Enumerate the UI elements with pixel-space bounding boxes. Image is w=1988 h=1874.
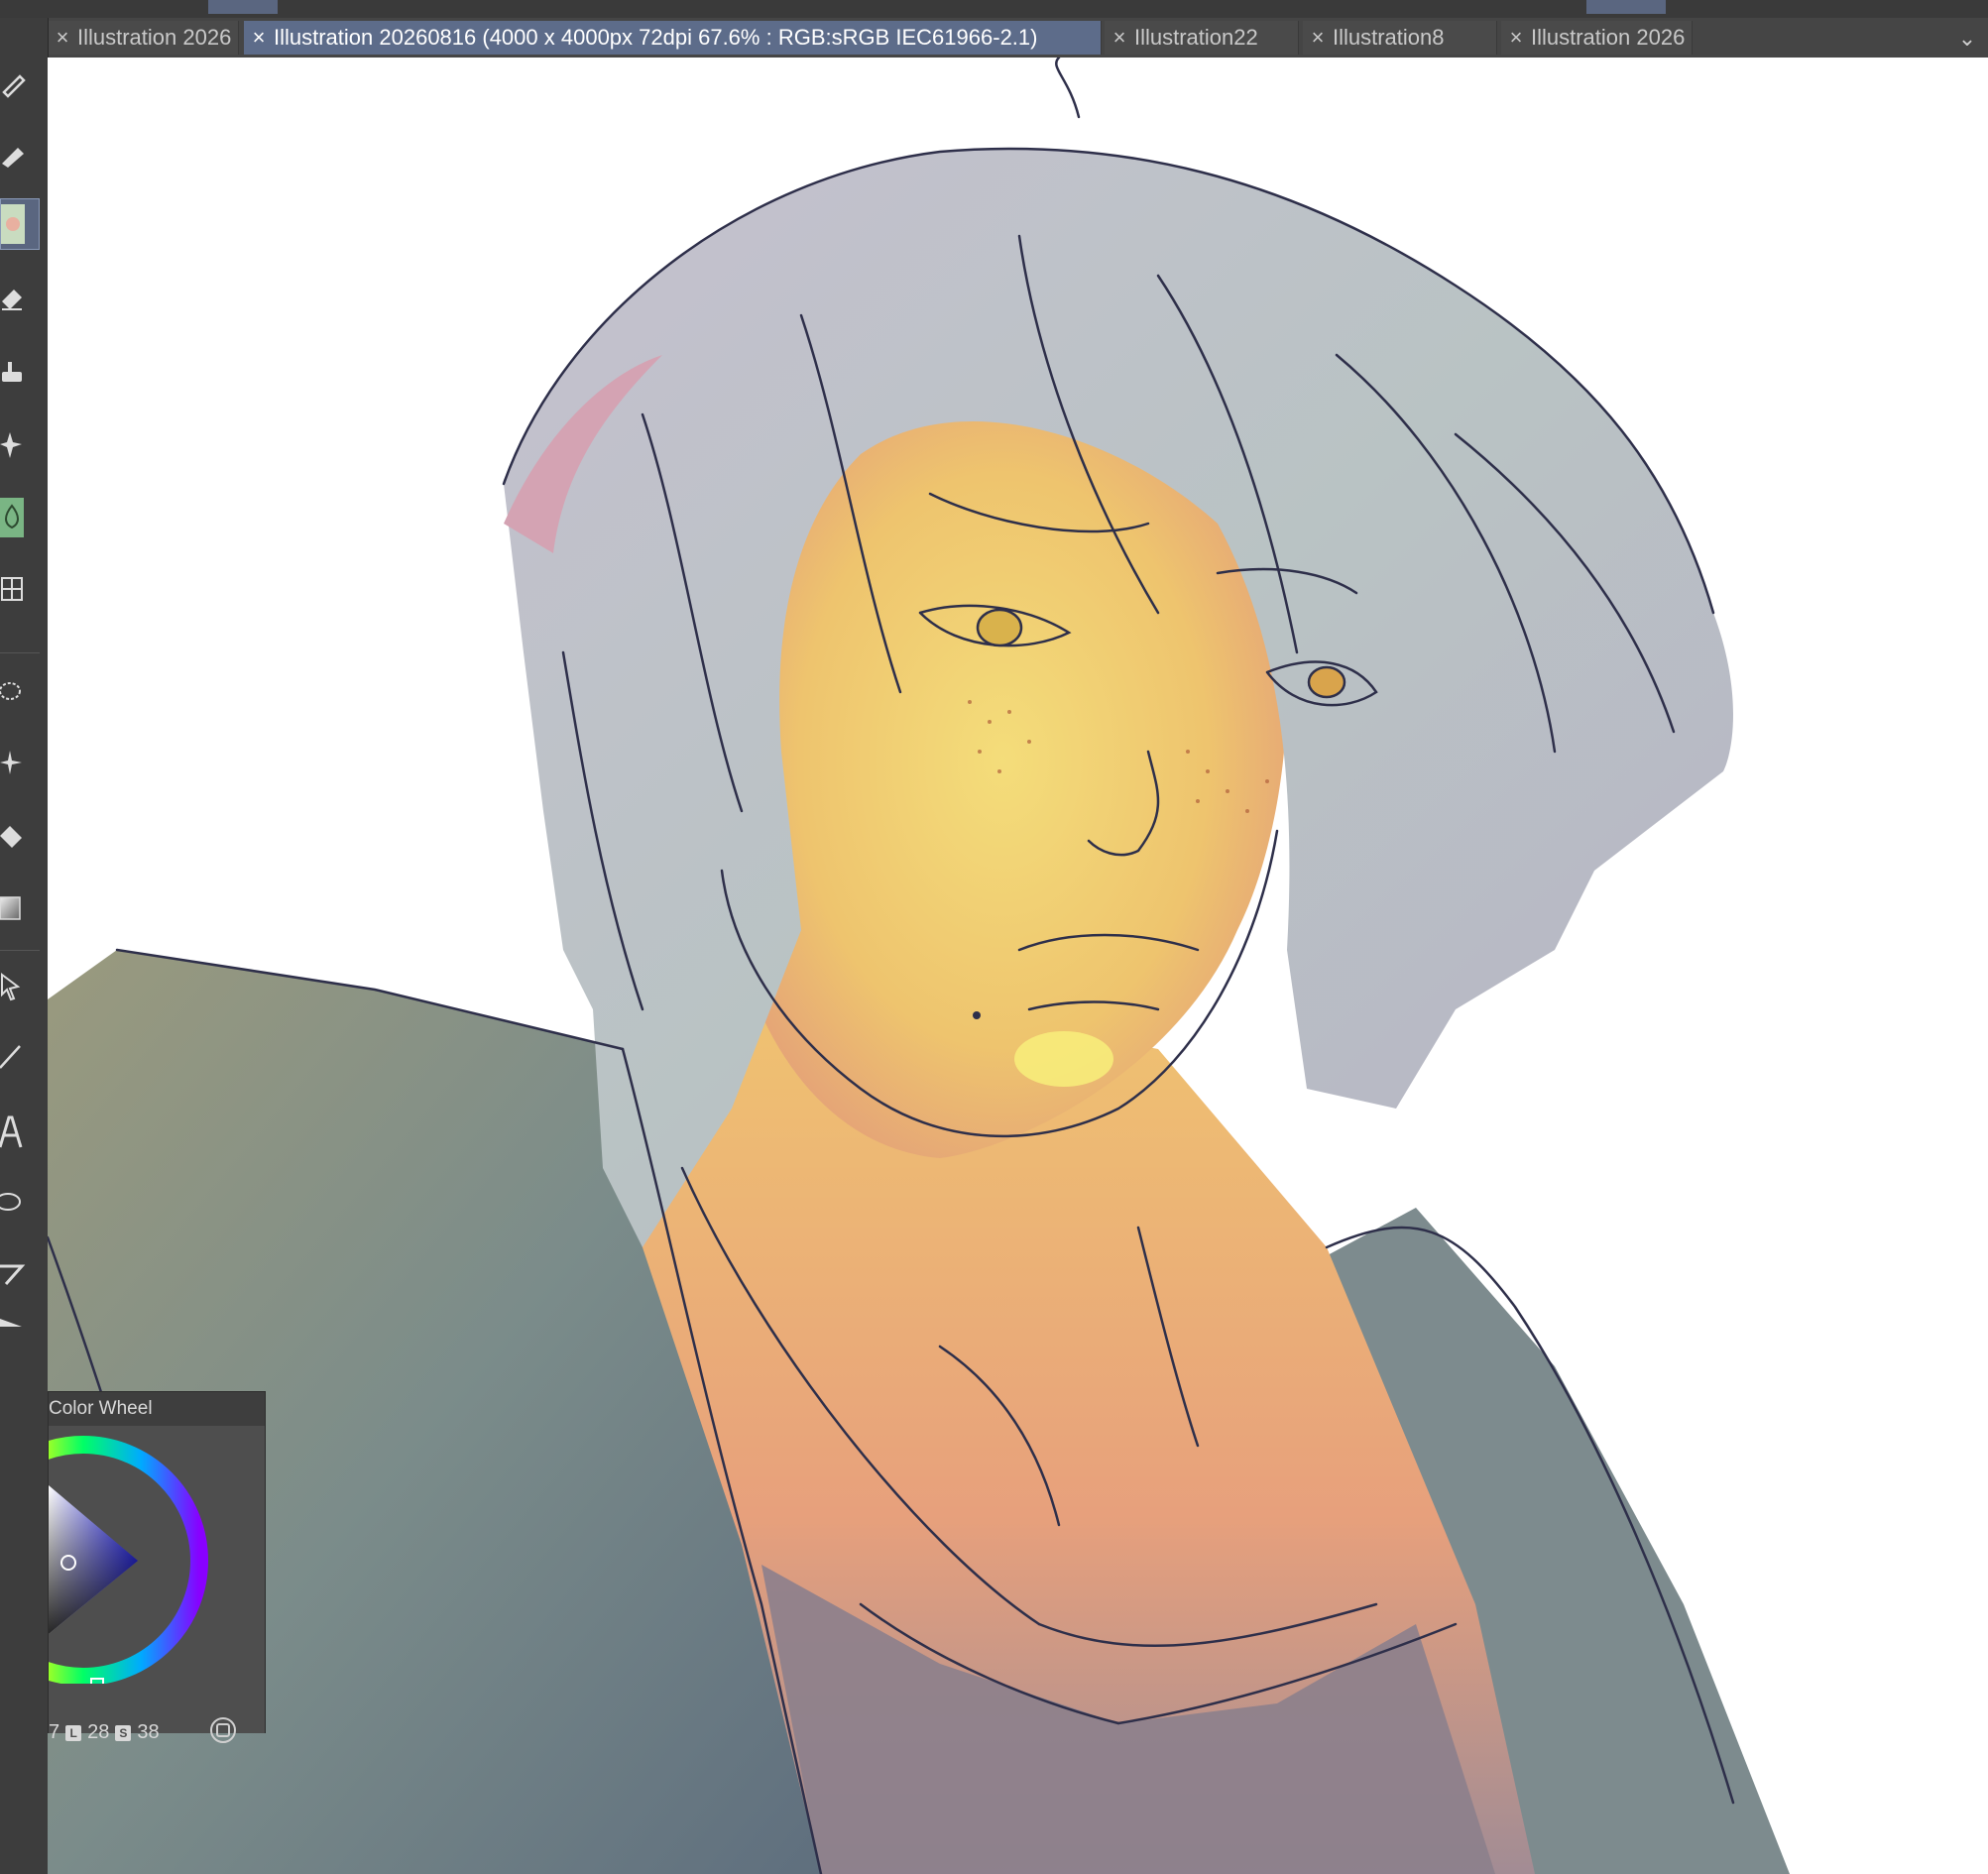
pen-tool[interactable] [0,58,40,109]
brush-thumbnail-icon [1,204,25,244]
tab-label: Illustration22 [1134,25,1258,50]
tab-label: Illustration 2026 [77,25,232,50]
saturation-value[interactable]: 38 [137,1721,159,1744]
magic-wand-icon [0,751,22,774]
pencil-tool[interactable] [0,129,40,180]
text-icon [0,1115,23,1148]
document-tab[interactable]: × Illustration 2026 [1501,21,1693,55]
operation-tool[interactable] [0,962,40,1013]
tab-label: Illustration 2026 [1531,25,1686,50]
lightness-value[interactable]: 28 [87,1721,109,1744]
tool-divider [0,950,40,951]
illustration-artwork [48,58,1790,1874]
color-values: 7 L 28 S 38 [49,1721,160,1744]
tool-divider [0,652,40,653]
drawing-canvas[interactable]: Color Wheel 7 L 28 S 38 [48,58,1988,1874]
mole [973,1011,981,1019]
lasso-tool[interactable] [0,668,40,720]
document-tab-bar: × Illustration 2026 × Illustration 20260… [48,18,1988,58]
color-mode-switch-icon[interactable] [209,1716,237,1744]
text-tool[interactable] [0,1107,40,1158]
tab-close-icon[interactable]: × [48,25,77,51]
ellipse-tool[interactable] [0,1176,40,1228]
tab-close-icon[interactable]: × [1303,25,1333,51]
document-tab[interactable]: × Illustration 2026 [48,21,239,55]
blend-tool[interactable] [0,492,40,543]
hue-value[interactable]: 7 [49,1721,59,1744]
pencil-icon [2,148,24,168]
tab-label: Illustration8 [1333,25,1445,50]
lightness-label: L [65,1724,82,1741]
fill-tool[interactable] [0,811,40,863]
color-wheel-ring[interactable] [49,1426,247,1684]
tab-close-icon[interactable]: × [1501,25,1531,51]
tab-close-icon[interactable]: × [1105,25,1134,51]
color-wheel-body: 7 L 28 S 38 [49,1426,265,1743]
tab-label: Illustration 20260816 (4000 x 4000px 72d… [274,25,1038,50]
gradient-icon [0,896,21,920]
panel-title: Color Wheel [49,1392,265,1426]
figure-icon [1,577,23,601]
saturation-label: S [115,1724,132,1741]
document-tab-active[interactable]: × Illustration 20260816 (4000 x 4000px 7… [244,21,1102,55]
top-toolbar-button[interactable] [1586,0,1666,14]
tab-list-chevron-icon[interactable]: ⌄ [1954,26,1980,52]
tab-close-icon[interactable]: × [244,25,274,51]
line-tool[interactable] [0,1029,40,1081]
magic-wand-tool[interactable] [0,738,40,789]
operation-icon [1,973,21,1001]
effect-tool[interactable] [0,419,40,471]
blend-drop-icon [0,498,24,537]
lasso-icon [0,682,21,700]
figure-tool[interactable] [0,563,40,615]
fill-bucket-icon [0,826,22,848]
tool-palette [0,18,49,1874]
eraser-icon [2,290,22,310]
pen-icon [2,74,26,98]
ruler-icon [0,1264,26,1285]
brush-tool[interactable] [0,198,40,250]
decoration-tool[interactable] [0,345,40,397]
triangle-icon [0,1319,22,1327]
eraser-tool[interactable] [0,271,40,322]
color-wheel-panel: Color Wheel 7 L 28 S 38 [48,1391,266,1743]
lip-highlight [1014,1031,1113,1087]
document-tab[interactable]: × Illustration8 [1303,21,1497,55]
top-toolbar-button[interactable] [208,0,278,14]
top-toolbar-strip [0,0,1988,19]
ellipse-icon [0,1193,21,1211]
sparkle-icon [0,432,22,458]
line-icon [0,1045,21,1069]
document-tab[interactable]: × Illustration22 [1105,21,1299,55]
decoration-icon [2,362,22,382]
gradient-tool[interactable] [0,882,40,934]
ruler-tool[interactable] [0,1247,40,1299]
sub-tool-arrow[interactable] [0,1312,40,1332]
